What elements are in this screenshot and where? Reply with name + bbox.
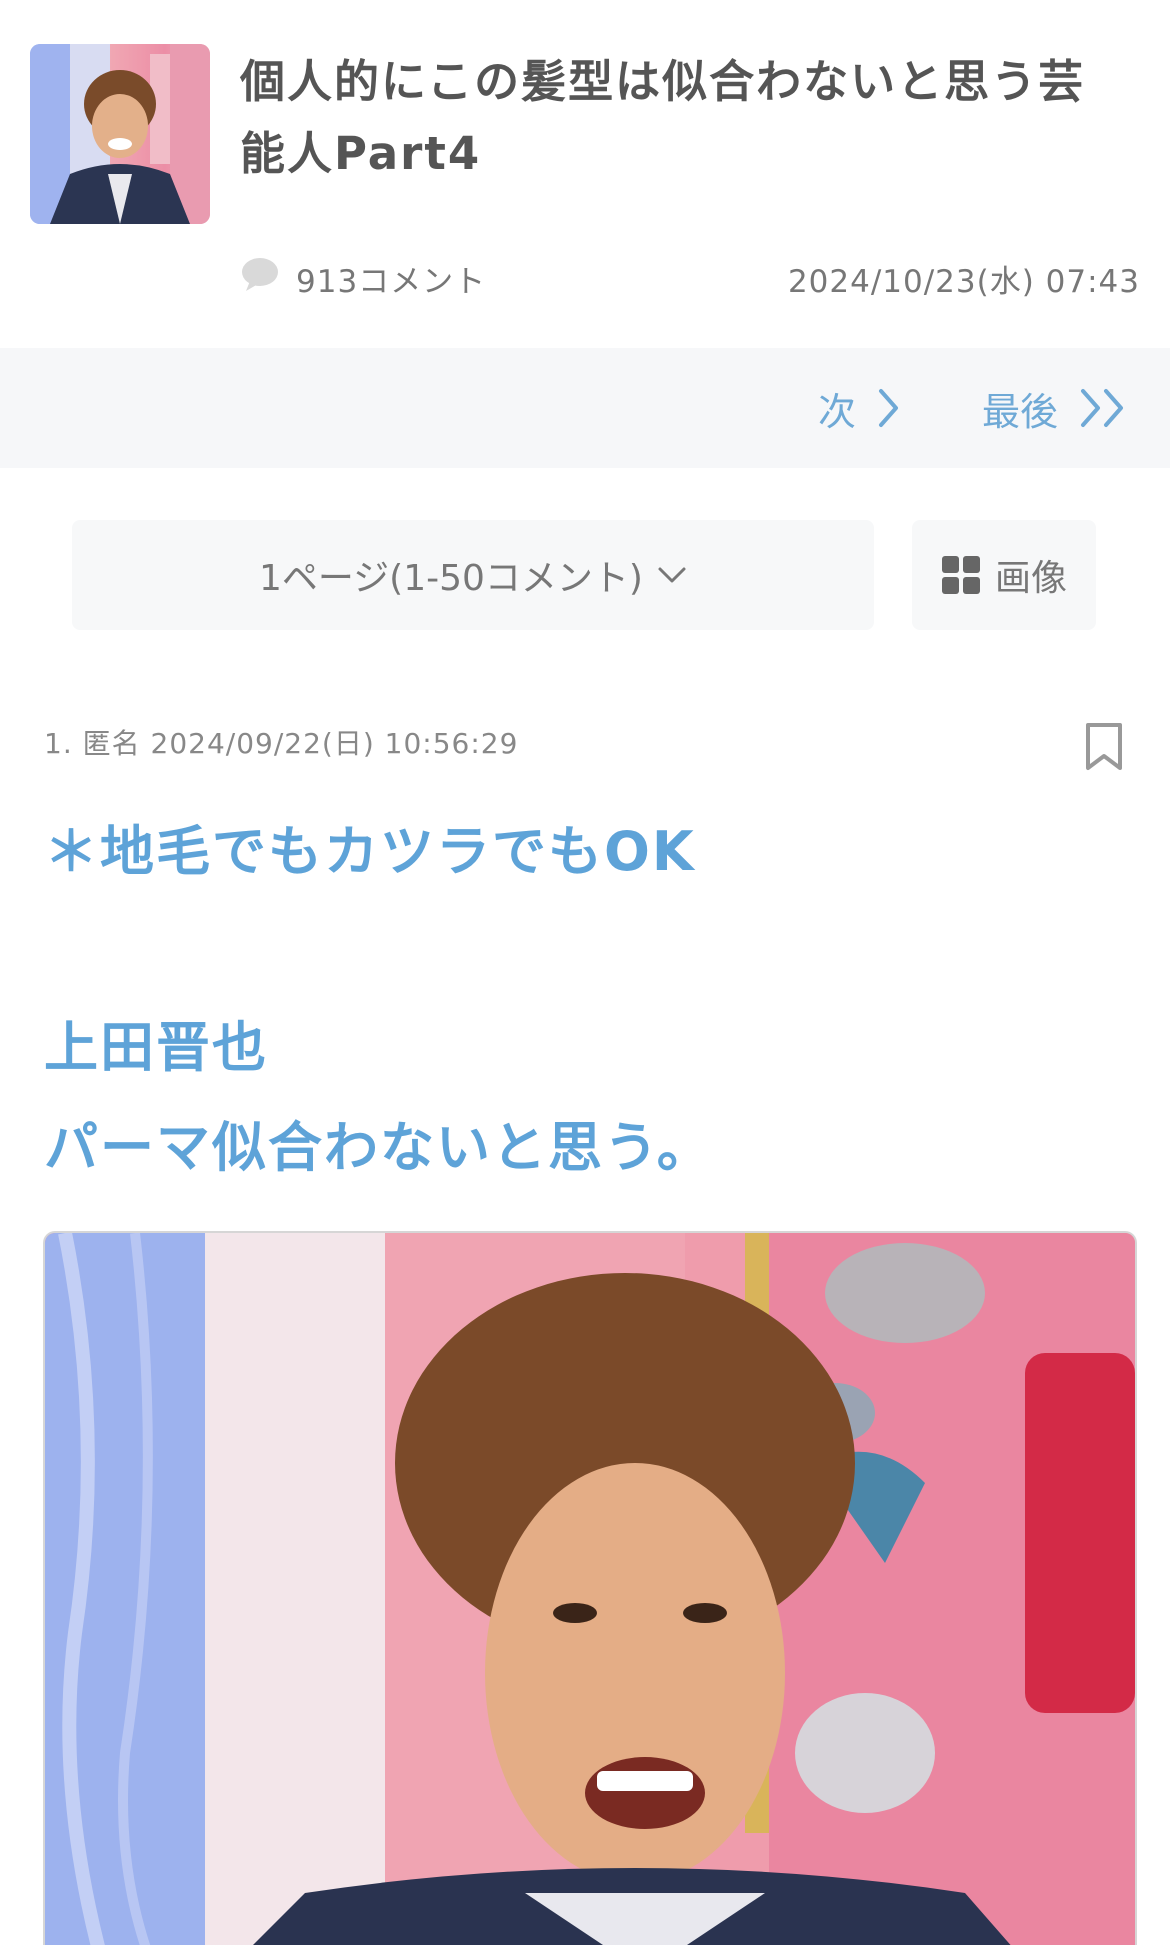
chevron-right-icon: [879, 389, 899, 427]
last-page-link[interactable]: 最後: [982, 378, 1130, 438]
pager-bar: 次 最後: [0, 348, 1170, 468]
grid-icon: [941, 556, 980, 594]
comment-photo: [45, 1233, 1135, 1945]
topic-meta: 913コメント 2024/10/23(水) 07:43: [240, 252, 1140, 302]
comment-line: パーマ似合わないと思う。: [44, 1116, 713, 1179]
comment-line-blank: [44, 912, 1124, 1008]
comment-meta: 1. 匿名 2024/09/22(日) 10:56:29: [44, 727, 519, 760]
topic-header: 個人的にこの髪型は似合わないと思う芸 能人Part4 913コメント 2024/…: [0, 0, 1170, 345]
next-page-link[interactable]: 次: [818, 378, 900, 438]
page: 個人的にこの髪型は似合わないと思う芸 能人Part4 913コメント 2024/…: [0, 0, 1170, 1945]
thumbnail-photo: [30, 44, 210, 224]
topic-date: 2024/10/23(水) 07:43: [787, 264, 1140, 300]
last-page-label: 最後: [982, 389, 1059, 434]
bookmark-icon[interactable]: [1084, 722, 1124, 772]
comment-body: ＊地毛でもカツラでもOK 上田晋也 パーマ似合わないと思う。: [44, 812, 1124, 1208]
topic-title-line2: 能人Part4: [240, 127, 482, 180]
image-view-label: 画像: [994, 558, 1067, 599]
comment-line: 上田晋也: [44, 1016, 268, 1079]
page-select-dropdown[interactable]: 1ページ(1-50コメント): [72, 520, 874, 630]
next-page-label: 次: [818, 389, 857, 434]
comment-image[interactable]: [43, 1231, 1137, 1945]
image-view-button[interactable]: 画像: [912, 520, 1096, 630]
topic-thumbnail[interactable]: [30, 44, 210, 224]
comment-count[interactable]: 913コメント: [296, 256, 486, 301]
comment-line: ＊地毛でもカツラでもOK: [44, 820, 696, 883]
speech-bubble-icon: [242, 258, 278, 291]
double-chevron-right-icon: [1081, 389, 1124, 427]
chevron-down-icon: [658, 567, 686, 583]
page-select-value: 1ページ(1-50コメント): [259, 558, 643, 599]
topic-title-line1: 個人的にこの髪型は似合わないと思う芸: [240, 55, 1086, 108]
topic-title[interactable]: 個人的にこの髪型は似合わないと思う芸 能人Part4: [240, 46, 1140, 190]
